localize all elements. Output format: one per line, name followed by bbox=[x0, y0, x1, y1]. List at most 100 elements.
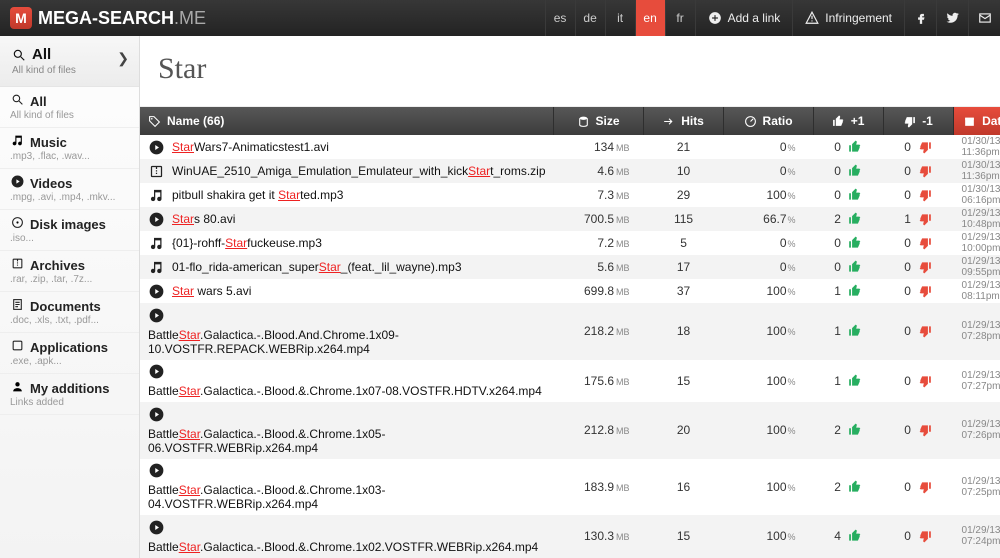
thumb-down-button[interactable] bbox=[917, 479, 933, 495]
search-term: Star bbox=[158, 52, 1000, 86]
cell-plus: 2 bbox=[814, 419, 884, 441]
search-icon bbox=[12, 48, 26, 62]
lang-it[interactable]: it bbox=[605, 0, 635, 36]
user-icon bbox=[10, 380, 24, 396]
sidebar-head-sub: All kind of files bbox=[12, 65, 127, 76]
twitter-icon bbox=[946, 11, 960, 25]
thumb-down-button[interactable] bbox=[917, 373, 933, 389]
thumb-down-button[interactable] bbox=[917, 187, 933, 203]
thumb-down-button[interactable] bbox=[917, 211, 933, 227]
result-row[interactable]: Stars 80.avi700.5MB11566.7%2101/29/1310:… bbox=[140, 207, 1000, 231]
sidebar-item-videos[interactable]: Videos.mpg, .avi, .mp4, .mkv... bbox=[0, 169, 139, 210]
sidebar-item-archives[interactable]: Archives.rar, .zip, .tar, .7z... bbox=[0, 251, 139, 292]
col-name[interactable]: Name (66) bbox=[140, 107, 554, 135]
thumb-up-button[interactable] bbox=[847, 163, 863, 179]
cell-plus: 1 bbox=[814, 370, 884, 392]
gauge-icon bbox=[744, 115, 757, 128]
result-row[interactable]: WinUAE_2510_Amiga_Emulation_Emulateur_wi… bbox=[140, 159, 1000, 183]
twitter-button[interactable] bbox=[936, 0, 968, 36]
sidebar-item-title: Documents bbox=[30, 299, 101, 314]
result-row[interactable]: BattleStar.Galactica.-.Blood.&.Chrome.1x… bbox=[140, 515, 1000, 558]
cell-plus: 1 bbox=[814, 280, 884, 302]
cell-minus: 0 bbox=[884, 136, 954, 158]
music-icon bbox=[148, 259, 164, 275]
sidebar-item-applications[interactable]: Applications.exe, .apk... bbox=[0, 333, 139, 374]
thumb-up-button[interactable] bbox=[847, 528, 863, 544]
cell-minus: 0 bbox=[884, 256, 954, 278]
thumb-down-button[interactable] bbox=[917, 139, 933, 155]
mail-icon bbox=[978, 11, 992, 25]
cell-minus: 0 bbox=[884, 370, 954, 392]
thumb-up-button[interactable] bbox=[847, 235, 863, 251]
result-row[interactable]: Star wars 5.avi699.8MB37100%1001/29/1308… bbox=[140, 279, 1000, 303]
thumb-down-button[interactable] bbox=[917, 323, 933, 339]
thumb-up-button[interactable] bbox=[847, 283, 863, 299]
add-link-button[interactable]: Add a link bbox=[695, 0, 793, 36]
col-size[interactable]: Size bbox=[554, 107, 644, 135]
thumb-up-button[interactable] bbox=[847, 479, 863, 495]
sidebar-item-my-additions[interactable]: My additionsLinks added bbox=[0, 374, 139, 415]
cell-ratio: 100% bbox=[724, 477, 814, 497]
result-row[interactable]: 01-flo_rida-american_superStar_(feat._li… bbox=[140, 255, 1000, 279]
lang-en[interactable]: en bbox=[635, 0, 665, 36]
sidebar-item-documents[interactable]: Documents.doc, .xls, .txt, .pdf... bbox=[0, 292, 139, 333]
lang-de[interactable]: de bbox=[575, 0, 605, 36]
thumb-up-button[interactable] bbox=[847, 323, 863, 339]
thumb-up-button[interactable] bbox=[847, 259, 863, 275]
sidebar-item-sub: .mp3, .flac, .wav... bbox=[10, 151, 129, 162]
sidebar-head[interactable]: All All kind of files ❯ bbox=[0, 36, 139, 87]
cell-plus: 4 bbox=[814, 525, 884, 547]
infringement-button[interactable]: Infringement bbox=[792, 0, 904, 36]
thumb-down-button[interactable] bbox=[917, 528, 933, 544]
col-ratio[interactable]: Ratio bbox=[724, 107, 814, 135]
result-row[interactable]: pitbull shakira get it Started.mp37.3MB2… bbox=[140, 183, 1000, 207]
thumb-down-button[interactable] bbox=[917, 259, 933, 275]
cell-minus: 1 bbox=[884, 208, 954, 230]
sidebar-item-sub: .rar, .zip, .tar, .7z... bbox=[10, 274, 129, 285]
col-date[interactable]: Date▼ bbox=[954, 107, 1000, 135]
lang-es[interactable]: es bbox=[545, 0, 575, 36]
cell-hits: 21 bbox=[644, 137, 724, 157]
sidebar-item-all[interactable]: AllAll kind of files bbox=[0, 87, 139, 128]
thumb-up-button[interactable] bbox=[847, 422, 863, 438]
logo[interactable]: M MEGA-SEARCH.ME bbox=[0, 7, 216, 29]
thumb-up-button[interactable] bbox=[847, 187, 863, 203]
facebook-button[interactable] bbox=[904, 0, 936, 36]
col-minus[interactable]: -1 bbox=[884, 107, 954, 135]
cell-size: 134MB bbox=[554, 137, 644, 157]
cell-date: 01/29/1307:27pm bbox=[954, 367, 1000, 395]
cell-hits: 10 bbox=[644, 161, 724, 181]
cell-plus: 2 bbox=[814, 208, 884, 230]
mail-button[interactable] bbox=[968, 0, 1000, 36]
thumb-down-button[interactable] bbox=[917, 235, 933, 251]
thumb-up-button[interactable] bbox=[847, 373, 863, 389]
thumb-down-button[interactable] bbox=[917, 283, 933, 299]
col-hits[interactable]: Hits bbox=[644, 107, 724, 135]
file-name: 01-flo_rida-american_superStar_(feat._li… bbox=[172, 260, 462, 274]
result-row[interactable]: BattleStar.Galactica.-.Blood.&.Chrome.1x… bbox=[140, 360, 1000, 403]
sidebar-item-disk-images[interactable]: Disk images.iso... bbox=[0, 210, 139, 251]
thumb-up-icon bbox=[832, 115, 845, 128]
result-row[interactable]: {01}-rohff-Starfuckeuse.mp37.2MB50%0001/… bbox=[140, 231, 1000, 255]
thumb-up-button[interactable] bbox=[847, 139, 863, 155]
result-row[interactable]: BattleStar.Galactica.-.Blood.&.Chrome.1x… bbox=[140, 459, 1000, 516]
lang-fr[interactable]: fr bbox=[665, 0, 695, 36]
thumb-up-button[interactable] bbox=[847, 211, 863, 227]
logo-text: MEGA-SEARCH.ME bbox=[38, 8, 206, 29]
result-row[interactable]: BattleStar.Galactica.-.Blood.&.Chrome.1x… bbox=[140, 402, 1000, 459]
sidebar-item-title: Applications bbox=[30, 340, 108, 355]
sidebar-item-music[interactable]: Music.mp3, .flac, .wav... bbox=[0, 128, 139, 169]
col-plus[interactable]: +1 bbox=[814, 107, 884, 135]
thumb-down-button[interactable] bbox=[917, 163, 933, 179]
sidebar-item-sub: Links added bbox=[10, 397, 129, 408]
result-row[interactable]: BattleStar.Galactica.-.Blood.And.Chrome.… bbox=[140, 303, 1000, 360]
cell-hits: 15 bbox=[644, 371, 724, 391]
result-row[interactable]: StarWars7-Animaticstest1.avi134MB210%000… bbox=[140, 135, 1000, 159]
sidebar-item-title: All bbox=[30, 94, 47, 109]
thumb-down-button[interactable] bbox=[917, 422, 933, 438]
video-icon bbox=[148, 283, 164, 299]
cell-hits: 37 bbox=[644, 281, 724, 301]
cell-date: 01/29/1307:28pm bbox=[954, 317, 1000, 345]
cell-minus: 0 bbox=[884, 320, 954, 342]
cell-ratio: 100% bbox=[724, 371, 814, 391]
